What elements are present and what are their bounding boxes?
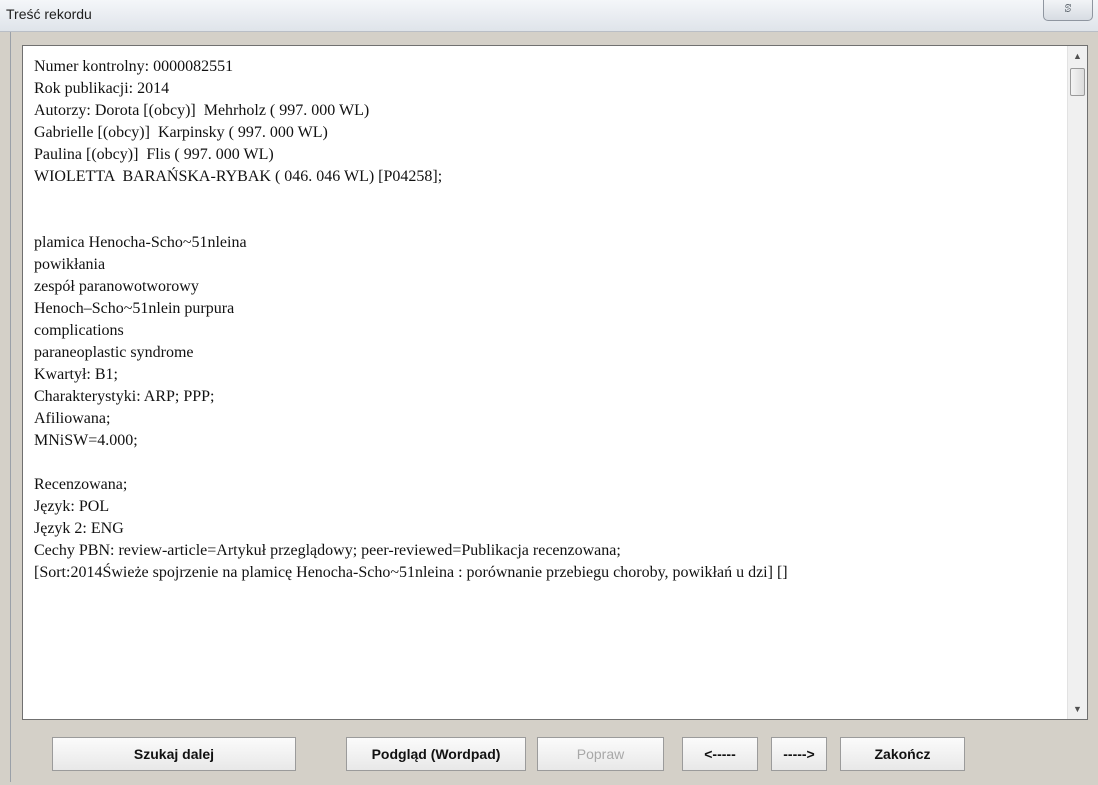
record-line: [Sort:2014Świeże spojrzenie na plamicę H… [34, 564, 788, 581]
record-line: powikłania [34, 256, 106, 273]
record-line: plamica Henocha-Scho~51nleina [34, 234, 247, 251]
edit-button[interactable]: Popraw [537, 737, 664, 771]
search-next-button[interactable]: Szukaj dalej [52, 737, 296, 771]
scroll-thumb[interactable] [1070, 68, 1085, 96]
record-line [34, 210, 1067, 232]
title-bar: Treść rekordu ꕷ [0, 0, 1098, 32]
record-line: MNiSW=4.000; [34, 432, 138, 449]
record-line: zespół paranowotworowy [34, 278, 199, 295]
record-line: Rok publikacji: 2014 [34, 80, 170, 97]
record-line: Autorzy: Dorota [(obcy)] Mehrholz ( 997.… [34, 102, 370, 119]
record-line: Recenzowana; [34, 476, 128, 493]
record-text: Numer kontrolny: 0000082551 Rok publikac… [23, 46, 1067, 719]
record-line: paraneoplastic syndrome [34, 344, 194, 361]
record-line: Henoch–Scho~51nlein purpura [34, 300, 235, 317]
record-line [34, 452, 1067, 474]
vertical-scrollbar[interactable]: ▲ ▼ [1067, 46, 1087, 719]
record-line: Język 2: ENG [34, 520, 124, 537]
scroll-up-arrow-icon[interactable]: ▲ [1068, 46, 1087, 66]
finish-button[interactable]: Zakończ [840, 737, 965, 771]
record-line: Numer kontrolny: 0000082551 [34, 58, 234, 75]
record-line: Kwartył: B1; [34, 366, 118, 383]
record-line: Język: POL [34, 498, 110, 515]
previous-button[interactable]: <----- [682, 737, 758, 771]
record-line: Afiliowana; [34, 410, 111, 427]
window-title: Treść rekordu [6, 6, 92, 22]
preview-wordpad-button[interactable]: Podgląd (Wordpad) [346, 737, 526, 771]
next-button[interactable]: -----> [771, 737, 827, 771]
record-line: complications [34, 322, 124, 339]
record-line: Charakterystyki: ARP; PPP; [34, 388, 215, 405]
record-line: Gabrielle [(obcy)] Karpinsky ( 997. 000 … [34, 124, 328, 141]
record-line: Cechy PBN: review-article=Artykuł przegl… [34, 542, 621, 559]
close-button[interactable]: ꕷ [1043, 0, 1093, 21]
record-content-box[interactable]: Numer kontrolny: 0000082551 Rok publikac… [22, 45, 1088, 720]
record-line [34, 188, 1067, 210]
record-line: Paulina [(obcy)] Flis ( 997. 000 WL) [34, 146, 274, 163]
scroll-down-arrow-icon[interactable]: ▼ [1068, 699, 1087, 719]
record-line: WIOLETTA BARAŃSKA-RYBAK ( 046. 046 WL) [… [34, 168, 443, 185]
